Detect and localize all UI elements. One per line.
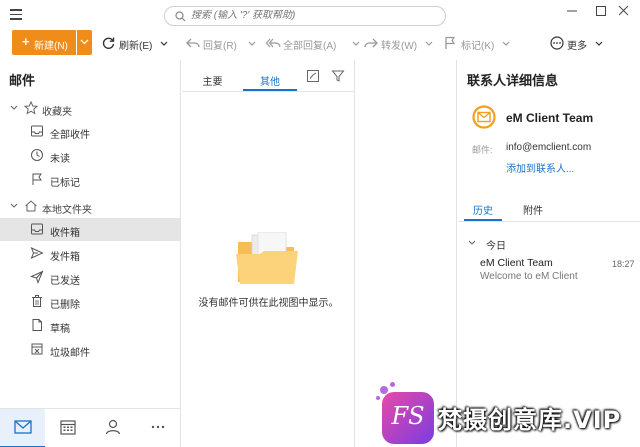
maximize-icon[interactable]: [591, 4, 611, 18]
reply-all-icon: [266, 38, 281, 48]
watermark-text: 梵摄创意库.VIP: [438, 406, 622, 434]
folder-unread[interactable]: 未读: [0, 144, 180, 167]
more-modules-button[interactable]: [135, 409, 180, 447]
history-item[interactable]: eM Client Team 18:27 Welcome to eM Clien…: [458, 256, 640, 286]
flag-button[interactable]: 标记(K): [444, 36, 512, 52]
chevron-down-icon: [352, 41, 360, 46]
refresh-button[interactable]: 刷新(E): [102, 36, 168, 52]
minimize-icon[interactable]: [562, 4, 582, 18]
new-dropdown-button[interactable]: [77, 30, 92, 55]
tabs-divider: [182, 91, 355, 92]
history-subject: Welcome to eM Client: [480, 271, 578, 282]
search-box[interactable]: [164, 6, 446, 26]
add-to-contacts-link[interactable]: 添加到联系人...: [506, 160, 574, 175]
history-time: 18:27: [612, 259, 635, 269]
new-button[interactable]: + 新建(N): [12, 30, 76, 55]
mail-module-button[interactable]: [0, 409, 45, 447]
reply-icon: [186, 38, 200, 48]
folder-all-inbox[interactable]: 全部收件: [0, 120, 180, 143]
search-input[interactable]: [191, 10, 431, 21]
watermark-badge: FS: [382, 392, 434, 444]
tab-main[interactable]: 主要: [190, 67, 235, 91]
watermark-dot: [376, 396, 380, 400]
contact-tabs-divider: [458, 221, 640, 222]
outbox-icon: [30, 247, 44, 259]
favorites-group[interactable]: 收藏夹: [0, 98, 180, 120]
title-bar: [0, 0, 640, 28]
chevron-down-icon: [425, 41, 433, 46]
tab-history[interactable]: 历史: [464, 196, 502, 221]
draft-icon: [32, 319, 42, 331]
chevron-down-icon: [10, 105, 18, 110]
reply-button[interactable]: 回复(R): [186, 36, 256, 52]
folder-pane: 邮件 收藏夹 全部收件 未读 已标记 本地文件夹 收件箱 发件箱 已发送 已删除: [0, 60, 181, 408]
sent-icon: [30, 270, 44, 284]
folder-pane-title: 邮件: [9, 73, 36, 88]
calendar-icon: [60, 420, 76, 435]
reply-all-button[interactable]: 全部回复(A): [266, 36, 360, 52]
history-sender: eM Client Team: [480, 257, 553, 269]
inbox-icon: [31, 223, 43, 235]
chevron-down-icon: [160, 41, 168, 46]
mail-icon: [14, 420, 32, 434]
search-icon: [175, 11, 186, 22]
chevron-down-icon: [502, 41, 510, 46]
chevron-down-icon: [80, 39, 89, 45]
tab-attachments[interactable]: 附件: [516, 196, 550, 221]
trash-icon: [32, 295, 42, 307]
message-list-pane: 主要 其他 没有邮件可供在此视图中显示。: [182, 60, 355, 447]
contacts-icon: [105, 419, 121, 435]
view-settings-icon[interactable]: [306, 69, 320, 83]
em-client-logo-icon: [472, 105, 496, 129]
day-group-header[interactable]: 今日: [468, 236, 638, 252]
folder-flagged[interactable]: 已标记: [0, 168, 180, 191]
more-circle-icon: [550, 36, 564, 50]
folder-deleted[interactable]: 已删除: [0, 290, 180, 313]
module-switcher: [0, 408, 181, 447]
junk-icon: [31, 343, 43, 355]
toolbar: + 新建(N) 刷新(E) 回复(R) 全部回复(A) 转发(W) 标记(K) …: [0, 28, 640, 60]
hamburger-menu-icon[interactable]: [10, 9, 22, 20]
chevron-down-icon: [468, 240, 476, 245]
contact-name: eM Client Team: [506, 111, 594, 125]
contact-pane-title: 联系人详细信息: [467, 73, 559, 88]
forward-icon: [364, 38, 378, 48]
empty-list-message: 没有邮件可供在此视图中显示。: [198, 298, 339, 309]
watermark: FS 梵摄创意库.VIP: [376, 382, 640, 447]
local-folders-group[interactable]: 本地文件夹: [0, 196, 180, 218]
inbox-icon: [31, 125, 43, 137]
home-icon: [25, 200, 37, 212]
clock-icon: [31, 149, 43, 161]
chevron-down-icon: [248, 41, 256, 46]
folder-inbox[interactable]: 收件箱: [0, 218, 180, 241]
folder-drafts[interactable]: 草稿: [0, 314, 180, 337]
chevron-down-icon: [10, 203, 18, 208]
flag-icon: [445, 36, 456, 49]
watermark-dot: [390, 382, 395, 387]
plus-icon: +: [22, 34, 30, 49]
close-icon[interactable]: [614, 4, 634, 18]
refresh-icon: [102, 37, 115, 49]
contact-email[interactable]: info@emclient.com: [506, 142, 591, 153]
more-dots-icon: [151, 425, 165, 429]
filter-icon[interactable]: [331, 69, 345, 83]
calendar-module-button[interactable]: [45, 409, 90, 447]
tab-other[interactable]: 其他: [243, 67, 297, 91]
email-label: 邮件:: [472, 145, 493, 155]
folder-outbox[interactable]: 发件箱: [0, 242, 180, 265]
more-button[interactable]: 更多: [550, 36, 606, 52]
empty-folder-icon: [236, 232, 298, 284]
forward-button[interactable]: 转发(W): [364, 36, 434, 52]
star-icon: [24, 101, 38, 115]
folder-junk[interactable]: 垃圾邮件: [0, 338, 180, 361]
chevron-down-icon: [595, 41, 603, 46]
folder-sent[interactable]: 已发送: [0, 266, 180, 289]
contacts-module-button[interactable]: [90, 409, 135, 447]
flag-icon: [32, 173, 42, 185]
